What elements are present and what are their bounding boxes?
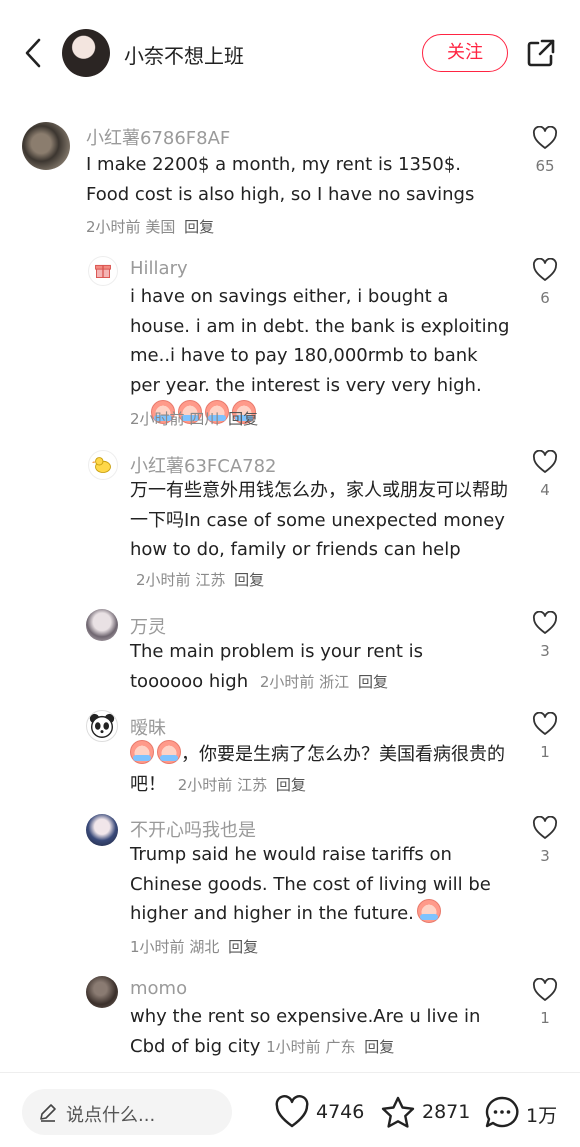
like-button[interactable]: 6 — [530, 258, 560, 307]
collect-total: 2871 — [422, 1101, 471, 1123]
commenter-avatar[interactable] — [86, 710, 118, 742]
comment-input[interactable]: 说点什么... — [22, 1089, 232, 1135]
reply-button[interactable]: 回复 — [358, 673, 388, 691]
commenter-avatar[interactable] — [88, 450, 118, 480]
author-avatar[interactable] — [62, 29, 110, 77]
comment-text[interactable]: Trump said he would raise tariffs on Chi… — [130, 840, 500, 929]
comment-text[interactable]: why the rent so expensive.Are u live in … — [130, 1002, 510, 1062]
comment-location: 广东 — [325, 1037, 356, 1056]
commenter-avatar[interactable] — [88, 256, 118, 286]
comment-body: 万一有些意外用钱怎么办，家人或朋友可以帮助一下吗In case of some … — [130, 480, 508, 561]
comment-time: 1小时前 — [130, 938, 185, 956]
comment-total: 1万 — [526, 1105, 558, 1127]
comment-text[interactable]: The main problem is your rent is toooooo… — [130, 637, 500, 697]
commenter-avatar[interactable] — [86, 814, 118, 846]
comment-location: 美国 — [145, 218, 176, 236]
comment-text[interactable]: ，你要是生病了怎么办？美国看病很贵的吧！ 2小时前 江苏 回复 — [130, 740, 510, 800]
commenter-name[interactable]: momo — [130, 978, 187, 999]
crying-emoji-icon — [130, 740, 181, 765]
like-count: 1 — [540, 743, 550, 761]
heart-icon — [533, 611, 557, 634]
reply-button[interactable]: 回复 — [184, 218, 214, 236]
comment-body: i have on savings either, i bought a hou… — [130, 286, 510, 396]
panda-icon — [89, 713, 115, 738]
like-count: 65 — [535, 157, 555, 175]
like-button[interactable]: 1 — [530, 978, 560, 1027]
heart-icon — [533, 816, 557, 839]
bottom-action-bar: 说点什么... 4746 2871 1万 — [0, 1072, 580, 1147]
like-button[interactable]: 4 — [530, 450, 560, 499]
like-total: 4746 — [316, 1101, 365, 1123]
commenter-name[interactable]: Hillary — [130, 258, 188, 279]
author-name[interactable]: 小奈不想上班 — [124, 40, 244, 69]
comment-location: 江苏 — [237, 775, 268, 794]
commenter-name[interactable]: 暧昧 — [130, 714, 166, 740]
duck-icon — [91, 457, 111, 473]
comment-bubble-icon — [485, 1096, 519, 1128]
like-button[interactable]: 3 — [530, 611, 560, 660]
commenter-name[interactable]: 不开心吗我也是 — [130, 816, 256, 842]
comment-time: 2小时前 — [136, 570, 191, 589]
gift-icon — [95, 264, 111, 278]
comment-meta: 2小时前 四川 回复 — [130, 408, 258, 429]
heart-icon — [533, 978, 557, 1001]
like-count: 3 — [540, 642, 550, 660]
like-count: 6 — [540, 289, 550, 307]
comment-meta: 2小时前 江苏 回复 — [136, 571, 264, 589]
like-button[interactable]: 65 — [530, 126, 560, 175]
reply-button[interactable]: 回复 — [364, 1038, 394, 1056]
reply-button[interactable]: 回复 — [228, 410, 258, 428]
comment-time: 2小时前 — [177, 775, 233, 794]
commenter-name[interactable]: 小红薯6786F8AF — [86, 124, 230, 150]
comment-meta: 1小时前 广东 回复 — [266, 1038, 394, 1056]
commenter-avatar[interactable] — [86, 609, 118, 641]
comment-time: 2小时前 — [86, 218, 141, 236]
comment-location: 湖北 — [189, 938, 220, 956]
comment-time: 2小时前 — [130, 410, 185, 428]
back-arrow-icon[interactable] — [22, 36, 46, 70]
comment-text[interactable]: 万一有些意外用钱怎么办，家人或朋友可以帮助一下吗In case of some … — [130, 476, 510, 595]
comment-button[interactable]: 1万 — [484, 1093, 564, 1133]
crying-emoji-icon — [414, 899, 441, 924]
pencil-icon — [40, 1104, 56, 1122]
heart-icon — [275, 1095, 309, 1128]
comment-location: 四川 — [189, 410, 220, 428]
like-button[interactable]: 3 — [530, 816, 560, 865]
commenter-name[interactable]: 小红薯63FCA782 — [130, 452, 277, 478]
follow-button[interactable]: 关注 — [422, 34, 508, 72]
commenter-avatar[interactable] — [86, 976, 118, 1008]
comment-meta: 2小时前 浙江 回复 — [260, 673, 388, 691]
comment-location: 江苏 — [195, 570, 226, 589]
share-icon[interactable] — [526, 38, 556, 68]
comment-time: 2小时前 — [259, 672, 315, 691]
comment-text[interactable]: I make 2200$ a month, my rent is 1350$. … — [86, 150, 506, 209]
top-bar: 小奈不想上班 关注 — [0, 0, 580, 104]
heart-icon — [533, 450, 557, 473]
comment-location: 浙江 — [319, 672, 350, 691]
comment-meta: 1小时前 湖北 回复 — [130, 936, 258, 957]
heart-icon — [533, 126, 557, 149]
star-icon — [381, 1096, 415, 1128]
like-count: 4 — [540, 481, 550, 499]
comment-list: 小红薯6786F8AF I make 2200$ a month, my ren… — [0, 104, 580, 1072]
heart-icon — [533, 712, 557, 735]
comment-meta: 2小时前 美国 回复 — [86, 216, 214, 237]
reply-button[interactable]: 回复 — [276, 776, 306, 794]
like-button[interactable]: 1 — [530, 712, 560, 761]
comment-input-placeholder: 说点什么... — [66, 1105, 156, 1126]
collect-button[interactable]: 2871 — [380, 1093, 470, 1133]
comment-meta: 2小时前 江苏 回复 — [178, 776, 306, 794]
comment-time: 1小时前 — [266, 1037, 321, 1056]
like-post-button[interactable]: 4746 — [274, 1093, 368, 1133]
like-count: 1 — [540, 1009, 550, 1027]
commenter-name[interactable]: 万灵 — [130, 613, 166, 639]
reply-button[interactable]: 回复 — [228, 938, 258, 956]
comment-body: I make 2200$ a month, my rent is 1350$. … — [86, 154, 475, 205]
commenter-avatar[interactable] — [22, 122, 70, 170]
heart-icon — [533, 258, 557, 281]
reply-button[interactable]: 回复 — [234, 571, 264, 589]
like-count: 3 — [540, 847, 550, 865]
